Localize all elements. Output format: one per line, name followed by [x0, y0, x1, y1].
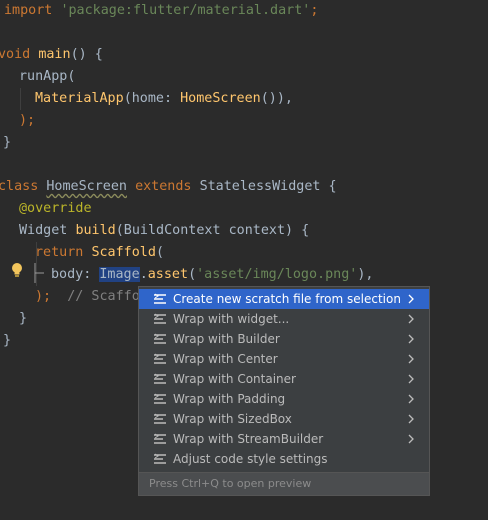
- menu-item-label: Adjust code style settings: [173, 452, 328, 466]
- code-text: ),: [357, 267, 374, 282]
- function-name: build: [75, 223, 116, 238]
- intention-action-icon: [154, 353, 166, 364]
- chevron-right-icon: [408, 314, 414, 324]
- code-line-4[interactable]: MaterialApp(home: HomeScreen()),: [35, 88, 293, 110]
- menu-item[interactable]: Adjust code style settings: [139, 449, 429, 469]
- code-line-5[interactable]: );: [19, 110, 35, 132]
- code-text: (: [155, 245, 164, 260]
- chevron-right-icon: [408, 394, 414, 404]
- code-line-10[interactable]: return Scaffold(: [35, 242, 164, 264]
- intention-action-icon: [154, 413, 166, 424]
- code-line-1[interactable]: import 'package:flutter/material.dart';: [4, 0, 318, 22]
- code-text: StatelessWidget {: [199, 179, 337, 194]
- keyword: import: [4, 3, 53, 18]
- string-literal: 'package:flutter/material.dart': [60, 3, 311, 18]
- code-line-9[interactable]: Widget build(BuildContext context) {: [19, 220, 309, 242]
- chevron-right-icon: [408, 334, 414, 344]
- class-name: MaterialApp: [35, 91, 124, 106]
- code-text: body:: [51, 267, 100, 282]
- lightbulb-icon[interactable]: [10, 262, 24, 278]
- code-line-3[interactable]: runApp(: [19, 66, 75, 88]
- code-line-11[interactable]: body: Image.asset('asset/img/logo.png'),: [51, 264, 374, 286]
- code-line-12[interactable]: ); // Scaffo: [35, 286, 140, 308]
- code-text: (: [188, 267, 197, 282]
- menu-item[interactable]: Wrap with Container: [139, 369, 429, 389]
- class-name: HomeScreen: [180, 91, 261, 106]
- code-text: () {: [70, 47, 103, 62]
- code-text: }: [3, 333, 12, 348]
- code-text: ()),: [260, 91, 293, 106]
- code-line-8[interactable]: @override: [19, 198, 92, 220]
- semicolon: ;: [310, 3, 319, 18]
- code-line-2[interactable]: void main() {: [0, 44, 103, 66]
- chevron-right-icon: [408, 434, 414, 444]
- indent-guide: [20, 88, 21, 110]
- chevron-right-icon: [408, 354, 414, 364]
- code-line-13[interactable]: }: [19, 308, 27, 330]
- code-text: }: [19, 311, 28, 326]
- menu-item[interactable]: Create new scratch file from selection: [139, 289, 429, 309]
- chevron-right-icon: [408, 374, 414, 384]
- popup-footer-hint: Press Ctrl+Q to open preview: [139, 472, 429, 495]
- menu-item[interactable]: Wrap with widget...: [139, 309, 429, 329]
- function-name: asset: [147, 267, 189, 282]
- code-text: );: [19, 113, 36, 128]
- intention-action-icon: [154, 393, 166, 404]
- menu-item[interactable]: Wrap with SizedBox: [139, 409, 429, 429]
- code-text: .: [139, 267, 148, 282]
- keyword: return: [35, 245, 84, 260]
- intention-actions-popup[interactable]: Create new scratch file from selection Wr…: [138, 286, 430, 496]
- annotation: @override: [19, 201, 92, 216]
- selected-identifier[interactable]: Image: [99, 267, 140, 282]
- keyword: class: [0, 179, 39, 194]
- menu-item-label: Create new scratch file from selection: [173, 292, 401, 306]
- code-text: runApp(: [19, 69, 76, 84]
- string-literal: 'asset/img/logo.png': [196, 267, 358, 282]
- intention-action-icon: [154, 433, 166, 444]
- code-text: }: [3, 135, 12, 150]
- code-text: (home:: [123, 91, 181, 106]
- function-name: main: [38, 47, 71, 62]
- chevron-right-icon: [408, 294, 414, 304]
- code-text: Widget: [19, 223, 76, 238]
- code-line-6[interactable]: }: [3, 132, 11, 154]
- keyword: extends: [135, 179, 192, 194]
- class-name: HomeScreen: [46, 179, 127, 194]
- menu-item[interactable]: Wrap with Builder: [139, 329, 429, 349]
- menu-item-label: Wrap with StreamBuilder: [173, 432, 324, 446]
- menu-item[interactable]: Wrap with Padding: [139, 389, 429, 409]
- class-name: Scaffold: [91, 245, 156, 260]
- menu-item[interactable]: Wrap with Center: [139, 349, 429, 369]
- code-line-7[interactable]: class HomeScreen extends StatelessWidget…: [0, 176, 337, 198]
- keyword: void: [0, 47, 31, 62]
- code-comment: // Scaffo: [67, 289, 140, 304]
- code-line-14[interactable]: }: [3, 330, 11, 352]
- menu-item-label: Wrap with Builder: [173, 332, 280, 346]
- intention-action-icon: [154, 453, 166, 464]
- menu-item-label: Wrap with Container: [173, 372, 296, 386]
- intention-action-icon: [154, 313, 166, 324]
- menu-item-label: Wrap with Center: [173, 352, 278, 366]
- menu-item-label: Wrap with widget...: [173, 312, 290, 326]
- intention-action-icon: [154, 373, 166, 384]
- intention-action-icon: [154, 293, 166, 304]
- tree-line-icon: [34, 263, 44, 283]
- code-text: );: [35, 289, 52, 304]
- chevron-right-icon: [408, 414, 414, 424]
- code-text: (BuildContext context) {: [115, 223, 310, 238]
- menu-item[interactable]: Wrap with StreamBuilder: [139, 429, 429, 449]
- menu-item-label: Wrap with Padding: [173, 392, 286, 406]
- menu-item-label: Wrap with SizedBox: [173, 412, 292, 426]
- intention-action-icon: [154, 333, 166, 344]
